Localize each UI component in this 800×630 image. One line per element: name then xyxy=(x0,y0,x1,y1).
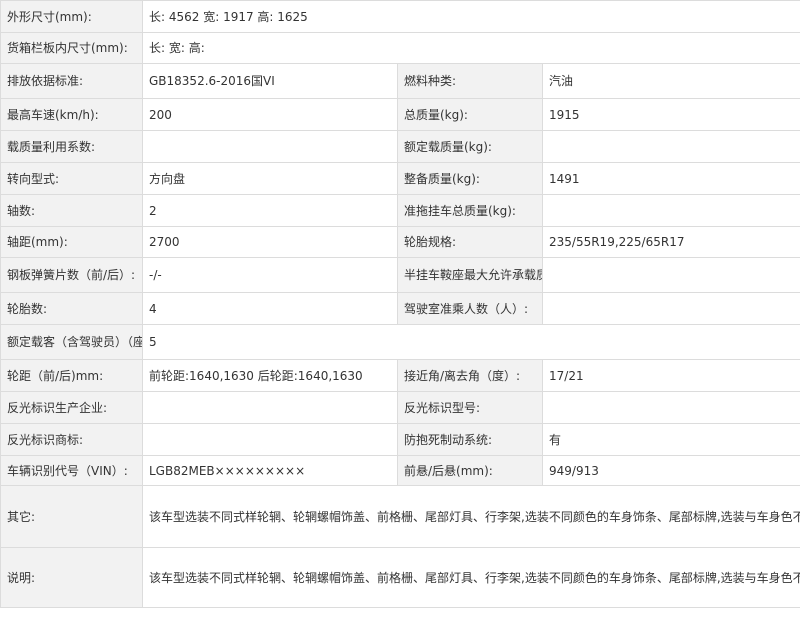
spec-label: 总质量(kg): xyxy=(397,98,543,131)
table-row: 货箱栏板内尺寸(mm): 长: 宽: 高: xyxy=(0,32,800,64)
spec-value: 1491 xyxy=(541,162,800,195)
table-row: 其它: 该车型选装不同式样轮辋、轮辋螺帽饰盖、前格栅、尾部灯具、行李架,选装不同… xyxy=(0,485,800,548)
spec-value: 2 xyxy=(142,194,398,227)
spec-value xyxy=(142,391,398,424)
table-row: 轮胎数: 4 驾驶室准乘人数（人）: xyxy=(0,292,800,325)
spec-value xyxy=(541,257,800,293)
spec-label: 反光标识生产企业: xyxy=(0,391,143,424)
spec-label: 前悬/后悬(mm): xyxy=(397,455,543,486)
spec-label: 防抱死制动系统: xyxy=(397,423,543,456)
spec-label: 准拖挂车总质量(kg): xyxy=(397,194,543,227)
spec-label: 反光标识商标: xyxy=(0,423,143,456)
spec-value: 前轮距:1640,1630 后轮距:1640,1630 xyxy=(142,359,398,392)
spec-value: 有 xyxy=(541,423,800,456)
spec-value: 该车型选装不同式样轮辋、轮辋螺帽饰盖、前格栅、尾部灯具、行李架,选装不同颜色的车… xyxy=(141,485,800,548)
table-row: 车辆识别代号（VIN）: LGB82MEB××××××××× 前悬/后悬(mm)… xyxy=(0,455,800,486)
table-row: 排放依据标准: GB18352.6-2016国VI 燃料种类: 汽油 xyxy=(0,63,800,99)
spec-value xyxy=(142,423,398,456)
table-row: 轮距（前/后)mm: 前轮距:1640,1630 后轮距:1640,1630 接… xyxy=(0,359,800,392)
table-row: 载质量利用系数: 额定载质量(kg): xyxy=(0,130,800,163)
spec-label: 燃料种类: xyxy=(397,63,543,99)
spec-label: 半挂车鞍座最大允许承载质量(kg): xyxy=(397,257,543,293)
spec-label: 额定载客（含驾驶员）（座位数）: xyxy=(0,324,143,360)
table-row: 转向型式: 方向盘 整备质量(kg): 1491 xyxy=(0,162,800,195)
spec-value xyxy=(541,130,800,163)
spec-value: 2700 xyxy=(142,226,398,258)
spec-value: GB18352.6-2016国VI xyxy=(142,63,398,99)
spec-value: -/- xyxy=(142,257,398,293)
spec-label: 反光标识型号: xyxy=(397,391,543,424)
spec-label: 轮胎数: xyxy=(0,292,143,325)
spec-value: 200 xyxy=(142,98,398,131)
spec-label: 额定载质量(kg): xyxy=(397,130,543,163)
spec-label: 车辆识别代号（VIN）: xyxy=(0,455,143,486)
spec-value: 1915 xyxy=(541,98,800,131)
spec-label: 轮胎规格: xyxy=(397,226,543,258)
spec-value: 长: 宽: 高: xyxy=(141,32,800,64)
table-row: 轴数: 2 准拖挂车总质量(kg): xyxy=(0,194,800,227)
spec-value: 5 xyxy=(141,324,800,360)
spec-label: 轴距(mm): xyxy=(0,226,143,258)
spec-label: 载质量利用系数: xyxy=(0,130,143,163)
table-row: 最高车速(km/h): 200 总质量(kg): 1915 xyxy=(0,98,800,131)
spec-label: 最高车速(km/h): xyxy=(0,98,143,131)
spec-label: 驾驶室准乘人数（人）: xyxy=(397,292,543,325)
vehicle-spec-table: 外形尺寸(mm): 长: 4562 宽: 1917 高: 1625 货箱栏板内尺… xyxy=(0,0,800,608)
spec-label: 接近角/离去角（度）: xyxy=(397,359,543,392)
spec-value: 235/55R19,225/65R17 xyxy=(541,226,800,258)
spec-label: 排放依据标准: xyxy=(0,63,143,99)
spec-value: 汽油 xyxy=(541,63,800,99)
spec-value: 长: 4562 宽: 1917 高: 1625 xyxy=(141,0,800,33)
spec-value xyxy=(142,130,398,163)
spec-value xyxy=(541,194,800,227)
table-row: 钢板弹簧片数（前/后）: -/- 半挂车鞍座最大允许承载质量(kg): xyxy=(0,257,800,293)
spec-label: 轮距（前/后)mm: xyxy=(0,359,143,392)
table-row: 反光标识商标: 防抱死制动系统: 有 xyxy=(0,423,800,456)
spec-value: 方向盘 xyxy=(142,162,398,195)
table-row: 说明: 该车型选装不同式样轮辋、轮辋螺帽饰盖、前格栅、尾部灯具、行李架,选装不同… xyxy=(0,547,800,608)
spec-value: 949/913 xyxy=(541,455,800,486)
spec-label: 其它: xyxy=(0,485,143,548)
spec-value xyxy=(541,391,800,424)
spec-value: 17/21 xyxy=(541,359,800,392)
spec-label: 货箱栏板内尺寸(mm): xyxy=(0,32,143,64)
spec-label: 整备质量(kg): xyxy=(397,162,543,195)
spec-value: LGB82MEB××××××××× xyxy=(142,455,398,486)
spec-label: 说明: xyxy=(0,547,143,608)
table-row: 反光标识生产企业: 反光标识型号: xyxy=(0,391,800,424)
table-row: 轴距(mm): 2700 轮胎规格: 235/55R19,225/65R17 xyxy=(0,226,800,258)
spec-value: 4 xyxy=(142,292,398,325)
spec-label: 转向型式: xyxy=(0,162,143,195)
table-row: 外形尺寸(mm): 长: 4562 宽: 1917 高: 1625 xyxy=(0,0,800,33)
spec-label: 轴数: xyxy=(0,194,143,227)
spec-label: 钢板弹簧片数（前/后）: xyxy=(0,257,143,293)
spec-label: 外形尺寸(mm): xyxy=(0,0,143,33)
spec-value xyxy=(541,292,800,325)
spec-value: 该车型选装不同式样轮辋、轮辋螺帽饰盖、前格栅、尾部灯具、行李架,选装不同颜色的车… xyxy=(141,547,800,608)
table-row: 额定载客（含驾驶员）（座位数）: 5 xyxy=(0,324,800,360)
